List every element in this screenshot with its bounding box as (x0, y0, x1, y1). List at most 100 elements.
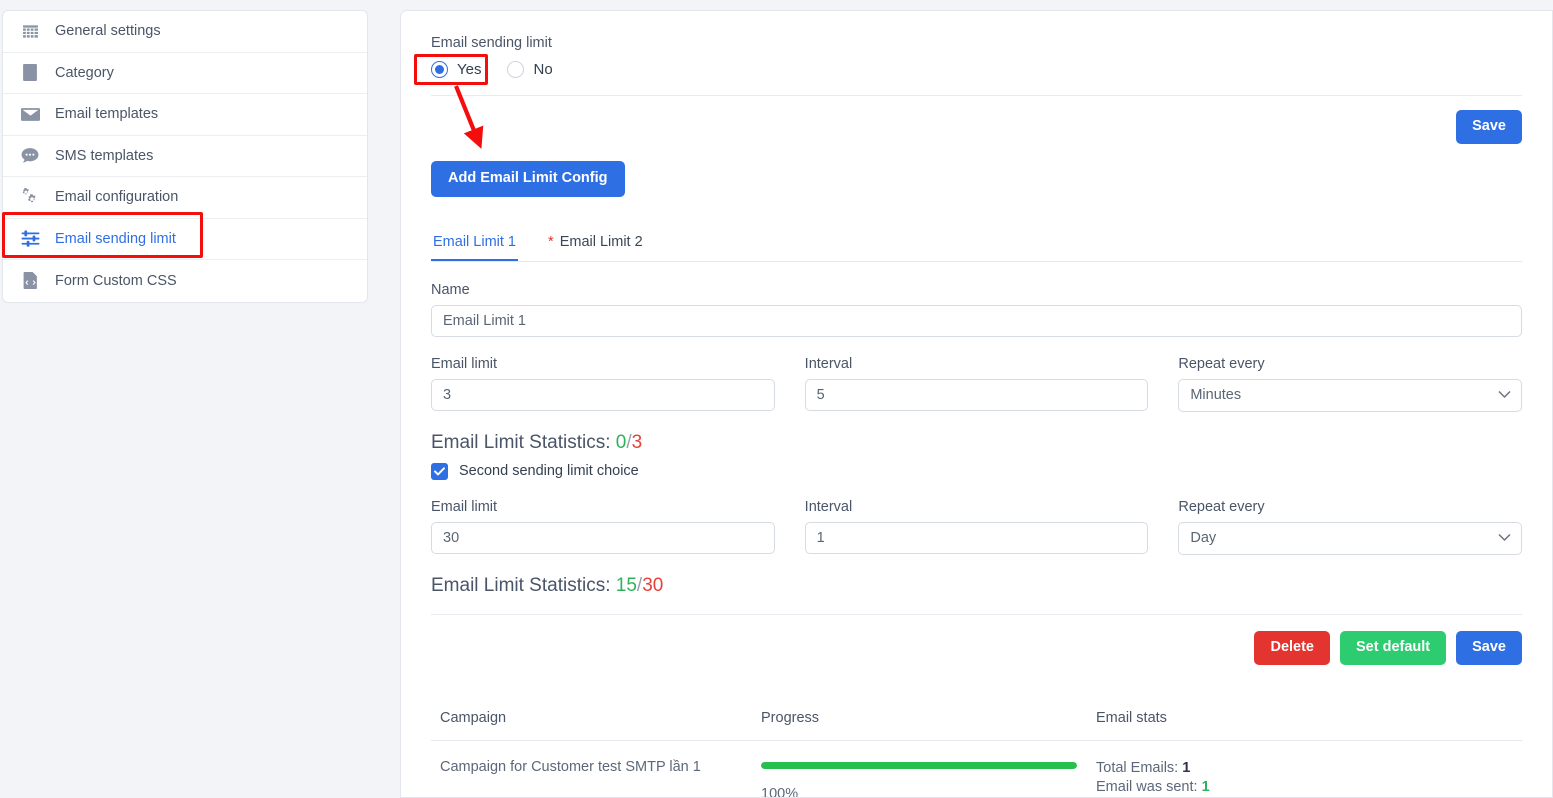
interval-input[interactable] (804, 521, 1149, 554)
stat-email-was-sent-label: Email was sent: (1096, 779, 1198, 796)
progress-bar-track (761, 761, 1077, 769)
sidebar-item-form-custom-css[interactable]: Form Custom CSS (3, 260, 367, 302)
stat-total-emails: Total Emails: 1 (1096, 759, 1522, 779)
name-field-group: Name (431, 282, 1522, 337)
email-limit-tabs: Email Limit 1 * Email Limit 2 (431, 228, 1522, 262)
chat-bubble-icon (17, 146, 43, 166)
table-row: Campaign for Customer test SMTP lần 1 10… (431, 740, 1522, 798)
radio-option-yes[interactable]: Yes (431, 61, 481, 78)
email-limit-input[interactable] (431, 521, 775, 554)
stats-current-value: 15 (615, 574, 637, 596)
action-buttons-row: Delete Set default Save (431, 630, 1522, 665)
set-default-button[interactable]: Set default (1340, 630, 1447, 665)
limit-block-1-fields: Email limit Interval Repeat every Minute… (431, 355, 1523, 412)
radio-label-no: No (533, 61, 553, 78)
limit-block-2-fields: Email limit Interval Repeat every Day (431, 498, 1523, 555)
interval-1-group: Interval (804, 355, 1149, 412)
email-limit-input[interactable] (431, 378, 775, 411)
interval-label: Interval (804, 355, 853, 372)
stat-total-emails-value: 1 (1182, 759, 1191, 776)
repeat-every-select[interactable]: Minutes (1178, 378, 1523, 412)
sidebar-item-sms-templates[interactable]: SMS templates (3, 136, 367, 177)
sliders-icon (17, 229, 43, 249)
campaign-table: Campaign Progress Email stats Campaign f… (431, 709, 1522, 798)
tab-required-asterisk: * (548, 233, 554, 250)
sidebar-item-label: Email templates (55, 106, 159, 123)
stats-label: Email Limit Statistics: (431, 574, 611, 596)
sidebar-item-email-configuration[interactable]: Email configuration (3, 177, 367, 219)
sidebar-item-label: Form Custom CSS (55, 272, 177, 289)
radio-option-no[interactable]: No (507, 61, 553, 78)
settings-sidebar: General settings Category Email template… (2, 10, 368, 303)
progress-percent-label: 100% (761, 785, 799, 798)
stats-label: Email Limit Statistics: (431, 431, 611, 453)
email-limit-1-group: Email limit (431, 356, 775, 412)
main-content-panel: Email sending limit Yes No Save Add Emai… (400, 10, 1553, 798)
book-icon (17, 63, 43, 83)
tab-label: Email Limit 1 (433, 233, 516, 250)
tab-label: Email Limit 2 (559, 233, 643, 250)
checkbox-checked (431, 462, 448, 480)
page-root: General settings Category Email template… (0, 0, 1553, 798)
sidebar-item-label: General settings (55, 23, 161, 40)
progress-bar-fill (761, 761, 1077, 769)
email-sending-limit-label: Email sending limit (431, 35, 552, 51)
sidebar-item-label: Email sending limit (55, 230, 176, 247)
stats-max-value: 30 (642, 574, 664, 596)
radio-dot-yes (435, 65, 444, 74)
add-email-limit-config-button[interactable]: Add Email Limit Config (431, 160, 625, 197)
radio-circle-yes (431, 61, 448, 78)
sidebar-item-label: Category (55, 64, 114, 81)
radio-label-yes: Yes (457, 61, 482, 78)
repeat-every-label: Repeat every (1178, 498, 1265, 515)
interval-input[interactable] (804, 378, 1149, 411)
sidebar-item-label: SMS templates (55, 147, 154, 164)
sidebar-item-label: Email configuration (55, 189, 179, 206)
repeat-every-label: Repeat every (1178, 355, 1265, 372)
gears-icon (17, 187, 43, 207)
email-limit-2-group: Email limit (431, 499, 775, 555)
campaign-table-body: Campaign for Customer test SMTP lần 1 10… (431, 740, 1522, 798)
email-limit-label: Email limit (431, 498, 498, 515)
email-sending-limit-radio-group: Yes No (431, 61, 1522, 78)
tab-email-limit-1[interactable]: Email Limit 1 (431, 228, 518, 261)
column-header-email-stats: Email stats (1096, 709, 1522, 741)
column-header-progress: Progress (761, 709, 1096, 741)
stats-max-value: 3 (631, 431, 643, 453)
second-sending-limit-label: Second sending limit choice (459, 463, 639, 480)
cell-progress: 100% (761, 740, 1096, 798)
sidebar-item-general-settings[interactable]: General settings (3, 11, 367, 53)
second-sending-limit-checkbox-row[interactable]: Second sending limit choice (431, 462, 1522, 480)
interval-label: Interval (804, 498, 853, 515)
repeat-every-select[interactable]: Day (1178, 521, 1523, 555)
sidebar-item-email-templates[interactable]: Email templates (3, 94, 367, 136)
email-limit-statistics-2: Email Limit Statistics: 15/30 (431, 575, 1522, 597)
save-button[interactable]: Save (1456, 630, 1522, 665)
delete-button[interactable]: Delete (1254, 630, 1330, 665)
add-config-row: Add Email Limit Config (431, 160, 1522, 197)
cell-email-stats: Total Emails: 1 Email was sent: 1 Email … (1096, 740, 1522, 797)
file-code-icon (17, 271, 43, 291)
cell-campaign-name: Campaign for Customer test SMTP lần 1 (440, 758, 701, 775)
email-limit-label: Email limit (431, 355, 498, 372)
interval-2-group: Interval (804, 498, 1149, 555)
stat-email-was-sent-value: 1 (1201, 779, 1210, 796)
divider-top (431, 95, 1522, 96)
stats-current-value: 0 (615, 431, 627, 453)
name-input[interactable] (431, 304, 1522, 337)
table-header-row: Campaign Progress Email stats (431, 709, 1522, 741)
sidebar-item-email-sending-limit[interactable]: Email sending limit (3, 219, 367, 260)
email-limit-statistics-1: Email Limit Statistics: 0/3 (431, 432, 1522, 454)
repeat-every-2-group: Repeat every Day (1178, 498, 1523, 555)
save-top-row: Save (431, 110, 1522, 144)
save-top-button[interactable]: Save (1456, 110, 1522, 144)
divider-actions (431, 613, 1522, 615)
campaign-table-head: Campaign Progress Email stats (431, 709, 1522, 741)
tab-email-limit-2[interactable]: * Email Limit 2 (546, 228, 645, 261)
stat-total-emails-label: Total Emails: (1096, 759, 1179, 776)
stat-email-was-sent: Email was sent: 1 (1096, 778, 1522, 797)
repeat-every-select-wrap: Day (1178, 521, 1523, 555)
sidebar-item-category[interactable]: Category (3, 53, 367, 94)
radio-circle-no (507, 61, 525, 78)
column-header-campaign: Campaign (431, 709, 761, 741)
